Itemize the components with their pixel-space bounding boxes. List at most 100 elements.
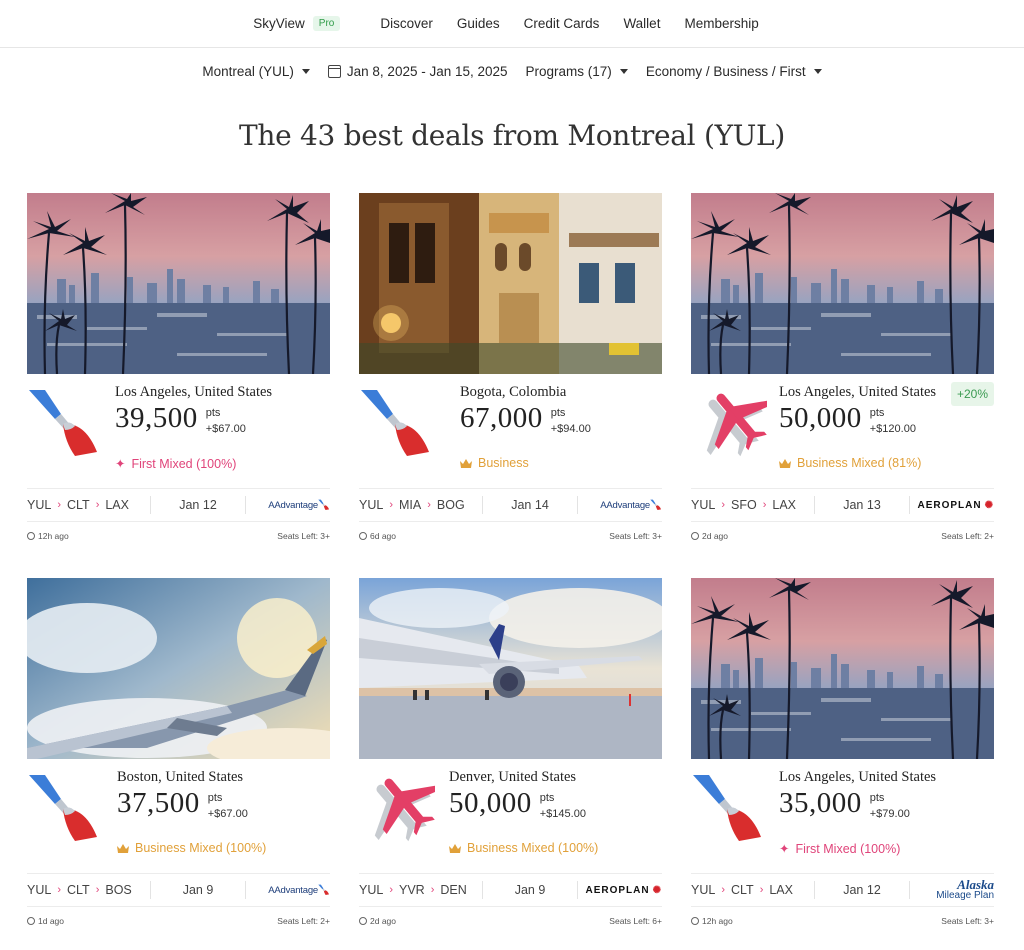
points-unit: pts: [869, 407, 885, 419]
points-price: 35,000 pts +$79.00: [779, 787, 910, 822]
route-airport: LAX: [772, 498, 797, 512]
route-row: YUL › CLT › BOS Jan 9 AAdvantage: [27, 873, 330, 907]
bonus-badge: +20%: [950, 382, 994, 406]
cabin-class: Business Mixed (100%): [117, 841, 266, 855]
date-filter[interactable]: Jan 8, 2025 - Jan 15, 2025: [327, 63, 508, 79]
date-filter-label: Jan 8, 2025 - Jan 15, 2025: [346, 63, 508, 79]
deal-card[interactable]: Los Angeles, United States 39,500 pts +$6…: [27, 193, 330, 578]
brand[interactable]: SkyView Pro: [253, 16, 341, 31]
program-logo-aeroplan: AEROPLAN ✺: [910, 500, 994, 511]
meta-row: 12h ago Seats Left: 3+: [691, 916, 994, 926]
clock-icon: [691, 532, 699, 540]
program-name: AEROPLAN: [585, 884, 650, 896]
route-airport: YUL: [359, 498, 384, 512]
route: YUL › CLT › LAX: [691, 883, 814, 897]
sparkle-icon: ✦: [115, 457, 126, 471]
route-airport: YVR: [399, 883, 425, 897]
origin-filter[interactable]: Montreal (YUL): [202, 64, 310, 79]
chevron-right-icon: ›: [759, 884, 764, 896]
chevron-right-icon: ›: [762, 499, 767, 511]
seats-left: Seats Left: 3+: [941, 916, 994, 926]
meta-row: 1d ago Seats Left: 2+: [27, 916, 330, 926]
program-name: AAdvantage: [600, 500, 650, 511]
points-value: 39,500: [115, 402, 198, 434]
taxes: +$79.00: [869, 808, 910, 820]
destination-photo-bogota: [359, 193, 662, 374]
deal-card[interactable]: Bogota, Colombia 67,000 pts +$94.00 Busin…: [359, 193, 662, 578]
destination-photo-los-angeles: [691, 193, 994, 374]
route-row: YUL › CLT › LAX Jan 12 Alaska Mileage Plan: [691, 873, 994, 907]
nav-link-credit-cards[interactable]: Credit Cards: [524, 16, 600, 31]
flight-date: Jan 12: [814, 881, 910, 899]
maple-leaf-icon: ✺: [652, 884, 662, 896]
program-logo-aeroplan: AEROPLAN ✺: [578, 885, 662, 896]
taxes: +$67.00: [207, 808, 248, 820]
crown-icon: [117, 843, 129, 853]
program-name: AEROPLAN: [917, 499, 982, 511]
destination-city: Los Angeles, United States: [115, 384, 273, 400]
page-title: The 43 best deals from Montreal (YUL): [239, 119, 785, 152]
brand-name: SkyView: [253, 16, 305, 31]
points-value: 37,500: [117, 787, 200, 819]
points-unit: pts: [205, 407, 221, 419]
taxes: +$94.00: [550, 423, 591, 435]
chevron-right-icon: ›: [57, 499, 61, 511]
clock-icon: [27, 917, 35, 925]
chevron-right-icon: ›: [95, 884, 100, 896]
program-subname: Mileage Plan: [936, 890, 994, 901]
chevron-right-icon: ›: [721, 884, 725, 896]
caret-down-icon: [301, 68, 310, 74]
route-row: YUL › YVR › DEN Jan 9 AEROPLAN ✺: [359, 873, 662, 907]
nav-link-guides[interactable]: Guides: [457, 16, 500, 31]
deal-card[interactable]: Los Angeles, United States 50,000 pts +$1…: [691, 193, 994, 578]
aa-mini-icon: [650, 499, 662, 511]
route-row: YUL › SFO › LAX Jan 13 AEROPLAN ✺: [691, 488, 994, 522]
route-airport: LAX: [105, 498, 129, 512]
route-airport: CLT: [731, 883, 754, 897]
cabin-label: First Mixed (100%): [795, 841, 901, 856]
route-row: YUL › MIA › BOG Jan 14 AAdvantage: [359, 488, 662, 522]
points-unit: pts: [550, 407, 566, 419]
destination-city: Los Angeles, United States: [779, 384, 937, 400]
crown-icon: [779, 458, 791, 468]
points-value: 35,000: [779, 787, 862, 819]
route-airport: CLT: [67, 498, 90, 512]
airplane-icon: [359, 771, 435, 847]
route: YUL › CLT › BOS: [27, 883, 150, 897]
programs-filter-label: Programs (17): [525, 63, 612, 79]
caret-down-icon: [813, 68, 822, 74]
cabin-label: Business Mixed (81%): [797, 456, 922, 470]
cabin-label: Business: [478, 456, 529, 470]
points-value: 50,000: [779, 402, 862, 434]
seats-left: Seats Left: 2+: [941, 531, 994, 541]
destination-photo-boston: [27, 578, 330, 759]
chevron-right-icon: ›: [389, 499, 393, 511]
route-airport: SFO: [731, 498, 757, 512]
points-price: 50,000 pts +$120.00: [779, 402, 916, 437]
seats-left: Seats Left: 3+: [277, 531, 330, 541]
points-unit: pts: [207, 792, 223, 804]
clock-icon: [691, 917, 699, 925]
deals-grid: Los Angeles, United States 39,500 pts +$6…: [27, 193, 994, 950]
points-price: 67,000 pts +$94.00: [460, 402, 591, 437]
meta-row: 6d ago Seats Left: 3+: [359, 531, 662, 541]
crown-icon: [449, 843, 461, 853]
nav-link-wallet[interactable]: Wallet: [623, 16, 660, 31]
chevron-right-icon: ›: [389, 884, 393, 896]
taxes: +$120.00: [869, 423, 916, 435]
meta-row: 2d ago Seats Left: 2+: [691, 531, 994, 541]
cabin-filter[interactable]: Economy / Business / First: [646, 64, 822, 79]
deal-card[interactable]: Boston, United States 37,500 pts +$67.00 …: [27, 578, 330, 950]
cabin-filter-label: Economy / Business / First: [645, 63, 806, 79]
deal-card[interactable]: Los Angeles, United States 35,000 pts +$7…: [691, 578, 994, 950]
deal-card[interactable]: Denver, United States 50,000 pts +$145.00…: [359, 578, 662, 950]
crown-icon: [460, 458, 472, 468]
nav-link-membership[interactable]: Membership: [684, 16, 758, 31]
points-value: 67,000: [460, 402, 543, 434]
seats-left: Seats Left: 6+: [609, 916, 662, 926]
programs-filter[interactable]: Programs (17): [526, 64, 628, 79]
route-airport: YUL: [691, 498, 716, 512]
cabin-label: Business Mixed (100%): [135, 841, 267, 855]
nav-link-discover[interactable]: Discover: [380, 16, 433, 31]
flight-date: Jan 12: [150, 496, 246, 514]
